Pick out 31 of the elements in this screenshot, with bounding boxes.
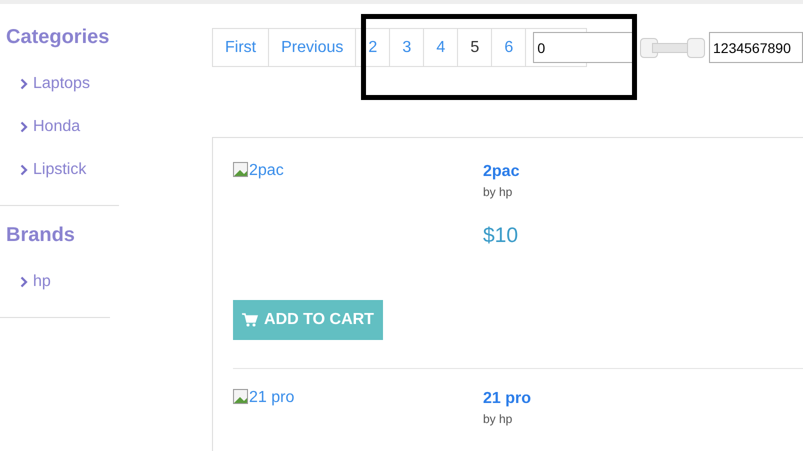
- chevron-icon: [20, 276, 28, 288]
- image-alt-text: 21 pro: [249, 389, 294, 407]
- product-price: $10: [483, 223, 520, 249]
- brand-text: by hp: [483, 184, 514, 201]
- chevron-icon: [20, 120, 28, 132]
- chevron-icon: [20, 164, 28, 176]
- brand-text: by hp: [483, 411, 514, 428]
- page-link[interactable]: 2: [356, 29, 390, 66]
- number-input[interactable]: 1234567890: [709, 32, 803, 63]
- sidebar-link[interactable]: hp: [0, 260, 110, 303]
- product-title[interactable]: 2pac: [483, 162, 520, 182]
- page-link[interactable]: First: [213, 29, 270, 66]
- broken-image-icon: [233, 389, 249, 405]
- page-link[interactable]: 5: [458, 29, 492, 66]
- sidebar-link[interactable]: Laptops: [0, 62, 119, 105]
- sidebar-link[interactable]: Honda: [0, 105, 119, 148]
- section-title: Categories: [5, 25, 110, 50]
- product-title[interactable]: 21 pro: [483, 389, 532, 409]
- cart-icon: [242, 313, 258, 327]
- range-slider[interactable]: [640, 38, 703, 58]
- sidebar-link[interactable]: Lipstick: [0, 148, 119, 191]
- page-link[interactable]: 4: [424, 29, 458, 66]
- page-link[interactable]: Previous: [269, 29, 356, 66]
- page-input[interactable]: 0: [533, 32, 634, 63]
- page-link[interactable]: 6: [492, 29, 526, 66]
- add-to-cart-button[interactable]: ADD TO CART: [233, 300, 383, 340]
- image-alt-text: 2pac: [249, 162, 284, 180]
- chevron-icon: [20, 78, 28, 90]
- page-link[interactable]: 3: [390, 29, 424, 66]
- section-title: Brands: [5, 223, 76, 248]
- broken-image-icon: [233, 162, 249, 178]
